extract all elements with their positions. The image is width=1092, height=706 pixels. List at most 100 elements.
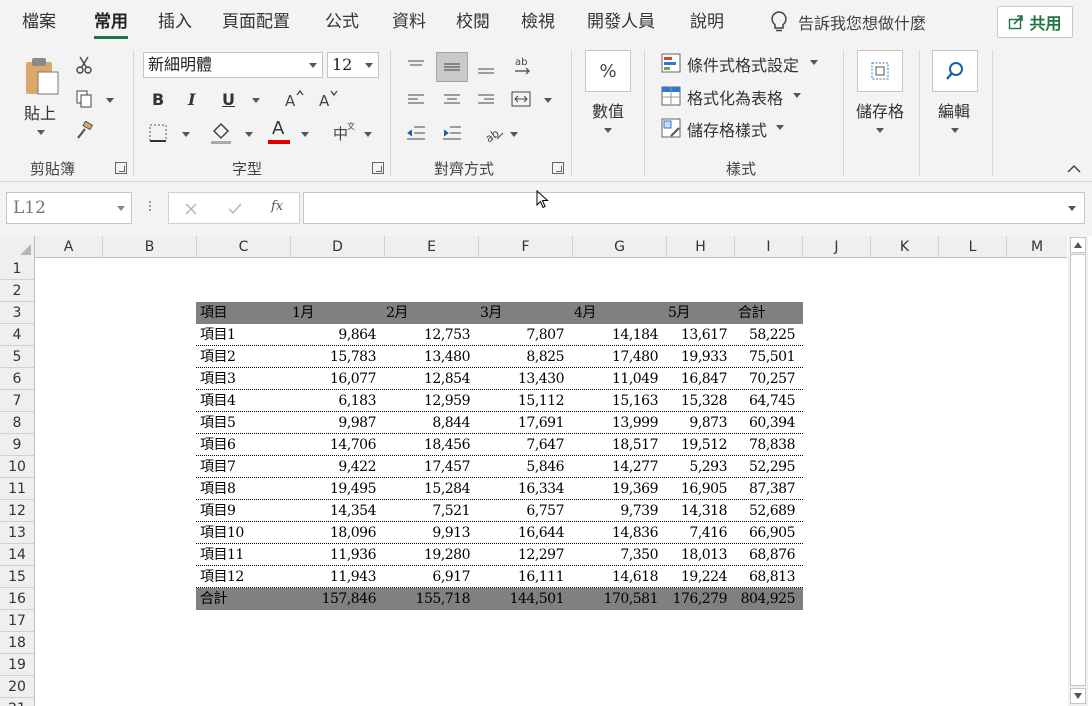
table-cell[interactable]: 18,096: [290, 522, 377, 544]
row-header[interactable]: 13: [0, 522, 35, 544]
row-header[interactable]: 11: [0, 478, 35, 500]
tab-data[interactable]: 資料: [392, 10, 426, 34]
row-header[interactable]: 9: [0, 434, 35, 456]
bold-button[interactable]: B: [152, 90, 164, 109]
table-cell[interactable]: 19,224: [666, 566, 728, 588]
orientation-caret[interactable]: [510, 132, 518, 137]
table-cell[interactable]: 70,257: [734, 368, 796, 390]
select-all-button[interactable]: [0, 236, 35, 258]
font-launcher-icon[interactable]: [372, 162, 384, 174]
vertical-scrollbar[interactable]: [1068, 236, 1088, 706]
table-cell[interactable]: 68,876: [734, 544, 796, 566]
row-header[interactable]: 2: [0, 280, 35, 302]
cell-styles-icon[interactable]: [660, 117, 682, 139]
table-cell[interactable]: 項目2: [200, 346, 288, 368]
table-cell[interactable]: 19,495: [290, 478, 377, 500]
table-cell[interactable]: 12,959: [384, 390, 471, 412]
table-cell[interactable]: 7,350: [572, 544, 658, 566]
number-caret[interactable]: [604, 128, 612, 133]
table-cell[interactable]: 14,618: [572, 566, 659, 588]
text-orientation-icon[interactable]: ab: [508, 52, 536, 80]
table-header-cell[interactable]: 1月: [292, 302, 314, 324]
font-name-select[interactable]: 新細明體: [143, 52, 323, 78]
row-header[interactable]: 3: [0, 302, 35, 324]
align-center-icon[interactable]: [438, 88, 466, 112]
copy-dropdown-caret[interactable]: [106, 98, 114, 103]
underline-caret[interactable]: [252, 98, 260, 103]
row-header[interactable]: 10: [0, 456, 35, 478]
tab-view[interactable]: 檢視: [521, 10, 555, 34]
row-header[interactable]: 1: [0, 258, 35, 280]
row-header[interactable]: 8: [0, 412, 35, 434]
row-header[interactable]: 16: [0, 588, 35, 610]
table-cell[interactable]: 17,691: [478, 412, 565, 434]
table-cell[interactable]: 項目6: [200, 434, 288, 456]
table-cell[interactable]: 項目1: [200, 324, 288, 346]
table-cell[interactable]: 13,480: [384, 346, 471, 368]
scroll-down-arrow-icon[interactable]: [1070, 688, 1086, 704]
table-header-cell[interactable]: 項目: [200, 302, 228, 324]
conditional-formatting-icon[interactable]: [660, 52, 682, 74]
table-cell[interactable]: 7,647: [478, 434, 564, 456]
table-cell[interactable]: 176,279: [666, 588, 728, 610]
share-button[interactable]: 共用: [997, 6, 1073, 38]
table-cell[interactable]: 9,987: [290, 412, 376, 434]
table-cell[interactable]: 87,387: [734, 478, 796, 500]
table-cell[interactable]: 17,480: [572, 346, 659, 368]
table-cell[interactable]: 5,846: [478, 456, 564, 478]
row-header[interactable]: 20: [0, 676, 35, 698]
orientation-icon[interactable]: ab: [480, 120, 508, 146]
table-cell[interactable]: 6,917: [384, 566, 470, 588]
table-cell[interactable]: 52,295: [734, 456, 796, 478]
table-cell[interactable]: 15,163: [572, 390, 659, 412]
table-cell[interactable]: 66,905: [734, 522, 796, 544]
column-header[interactable]: L: [939, 236, 1007, 258]
column-header[interactable]: F: [479, 236, 573, 258]
align-left-icon[interactable]: [402, 88, 430, 112]
table-cell[interactable]: 14,836: [572, 522, 659, 544]
table-cell[interactable]: 6,757: [478, 500, 564, 522]
column-header[interactable]: K: [871, 236, 939, 258]
table-cell[interactable]: 13,430: [478, 368, 565, 390]
table-cell[interactable]: 170,581: [572, 588, 659, 610]
table-cell[interactable]: 12,753: [384, 324, 471, 346]
table-cell[interactable]: 項目4: [200, 390, 288, 412]
table-cell[interactable]: 14,706: [290, 434, 377, 456]
table-cell[interactable]: 15,112: [478, 390, 565, 412]
align-bottom-icon[interactable]: [472, 54, 500, 82]
font-color-icon[interactable]: A: [266, 118, 292, 146]
tab-formulas[interactable]: 公式: [325, 10, 359, 34]
table-cell[interactable]: 16,905: [666, 478, 728, 500]
phonetic-caret[interactable]: [364, 132, 372, 137]
cells-caret[interactable]: [876, 128, 884, 133]
merge-center-icon[interactable]: [508, 86, 534, 112]
table-cell[interactable]: 16,111: [478, 566, 565, 588]
name-box[interactable]: L12: [6, 192, 132, 224]
table-cell[interactable]: 9,873: [666, 412, 727, 434]
table-cell[interactable]: 12,854: [384, 368, 471, 390]
tab-file[interactable]: 檔案: [22, 10, 56, 34]
align-top-icon[interactable]: [402, 52, 430, 80]
table-cell[interactable]: 15,328: [666, 390, 728, 412]
table-cell[interactable]: 11,943: [290, 566, 377, 588]
tell-me-search[interactable]: 告訴我您想做什麼: [770, 9, 926, 35]
column-header[interactable]: G: [573, 236, 667, 258]
scrollbar-thumb[interactable]: [1070, 254, 1086, 686]
cancel-icon[interactable]: [183, 201, 199, 217]
tab-insert[interactable]: 插入: [158, 10, 192, 34]
column-header[interactable]: C: [197, 236, 291, 258]
table-cell[interactable]: 19,933: [666, 346, 728, 368]
table-cell[interactable]: 14,354: [290, 500, 377, 522]
table-cell[interactable]: 60,394: [734, 412, 796, 434]
table-header-cell[interactable]: 合計: [738, 302, 766, 324]
table-cell[interactable]: 64,745: [734, 390, 796, 412]
format-table-caret[interactable]: [793, 93, 801, 98]
table-cell[interactable]: 項目7: [200, 456, 288, 478]
table-cell[interactable]: 9,913: [384, 522, 470, 544]
fill-color-caret[interactable]: [245, 132, 253, 137]
paste-dropdown-caret[interactable]: [37, 130, 45, 135]
table-cell[interactable]: 68,813: [734, 566, 796, 588]
tab-page-layout[interactable]: 頁面配置: [222, 10, 290, 34]
table-header-cell[interactable]: 2月: [386, 302, 408, 324]
column-header[interactable]: E: [385, 236, 479, 258]
